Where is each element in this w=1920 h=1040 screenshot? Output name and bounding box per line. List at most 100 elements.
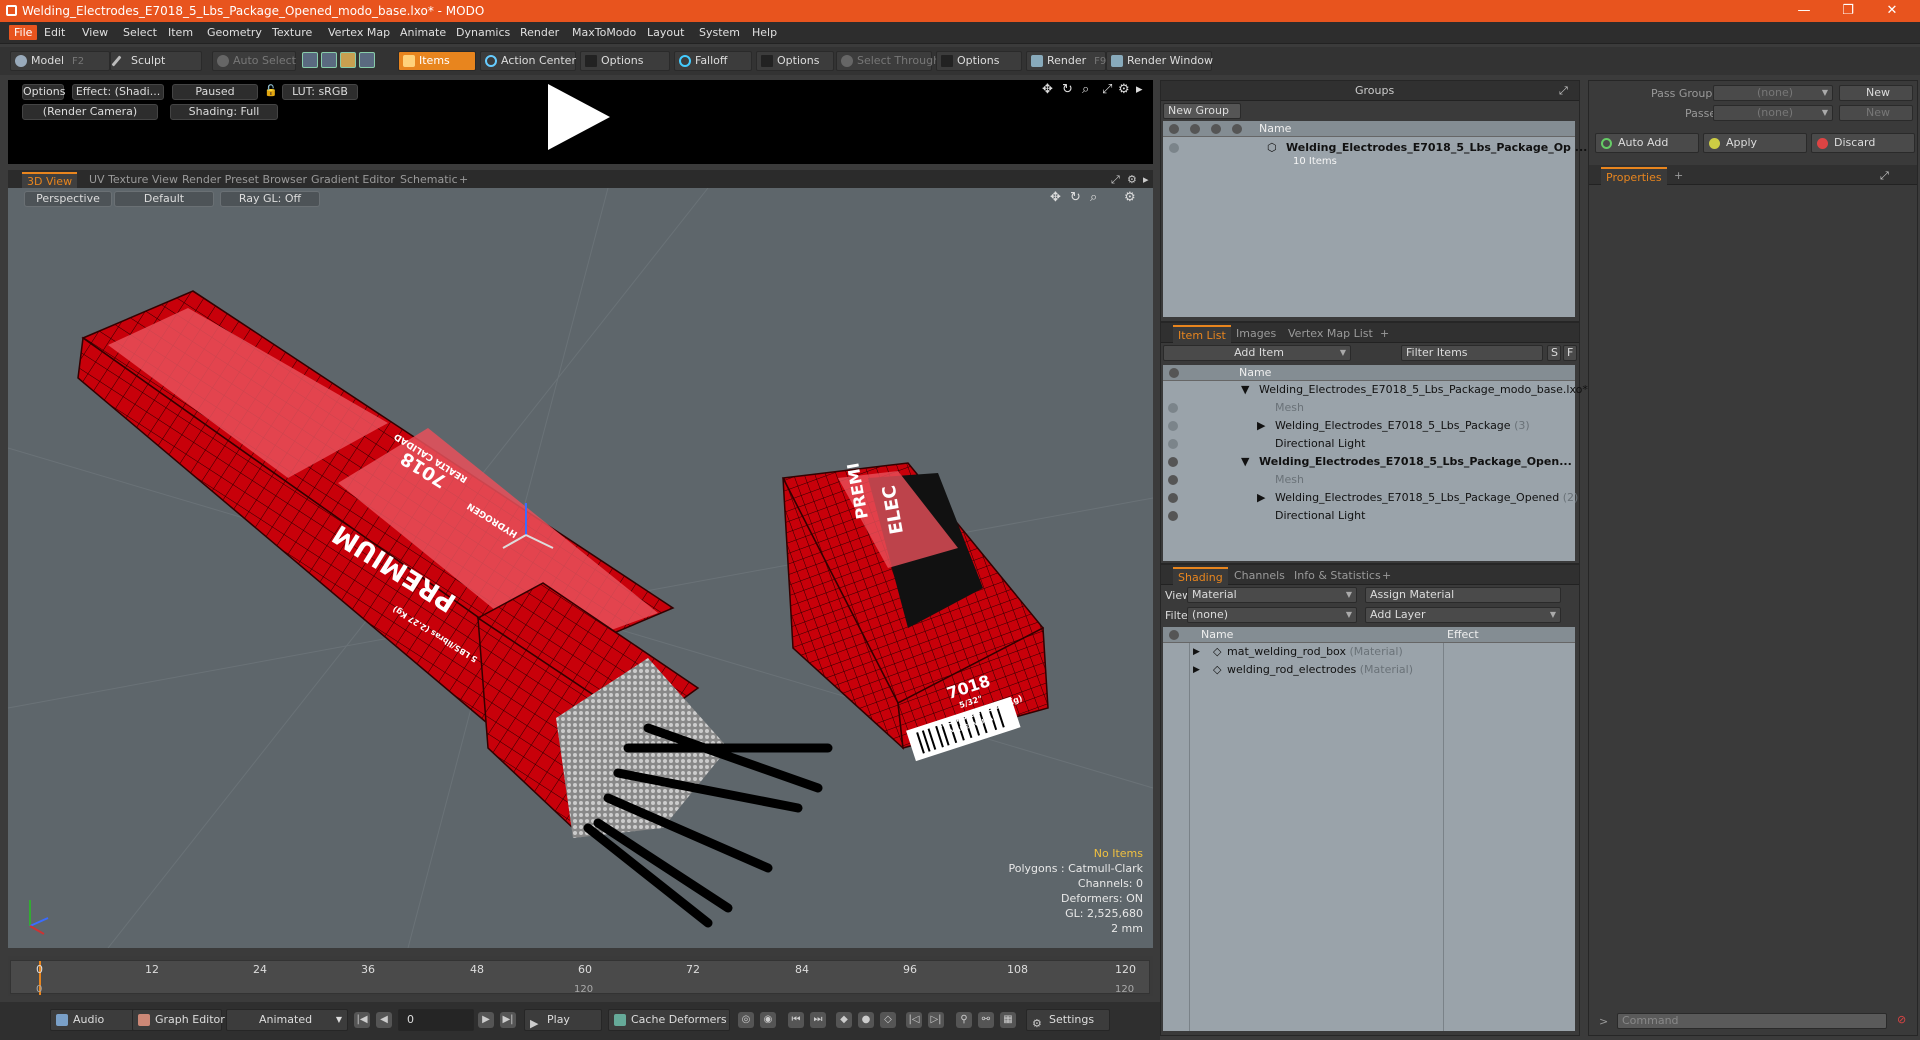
groups-tree[interactable]: Name ⬡ Welding_Electrodes_E7018_5_Lbs_Pa… — [1163, 121, 1587, 317]
sculpt-mode-button[interactable]: Sculpt — [110, 51, 202, 71]
item-tree[interactable]: Name ▼ Welding_Electrodes_E7018_5_Lbs_Pac… — [1163, 365, 1588, 561]
model-mode-button[interactable]: Model F2 — [10, 51, 110, 71]
tab-uv-texture-view[interactable]: UV Texture View — [84, 172, 183, 188]
tab-info-statistics[interactable]: Info & Statistics — [1289, 567, 1386, 585]
keyframe-icon[interactable]: ◆ — [836, 1012, 852, 1028]
polygons-mode-icon[interactable] — [340, 52, 356, 68]
maximize-button[interactable]: ❐ — [1826, 0, 1870, 22]
minimize-button[interactable]: — — [1782, 0, 1826, 22]
camera-dropdown[interactable]: (Render Camera) — [22, 104, 158, 120]
preview-arrow-icon[interactable]: ▸ — [1136, 82, 1143, 97]
record-icon[interactable]: ● — [858, 1012, 874, 1028]
properties-expand-icon[interactable]: ⤢ — [1875, 167, 1894, 185]
menu-file[interactable]: File — [9, 25, 38, 40]
next-key-icon[interactable]: ⏭ — [810, 1012, 826, 1028]
material-row-box[interactable]: ▶ ◇ mat_welding_rod_box (Material) — [1163, 643, 1575, 661]
falloff-options-button[interactable]: Options — [756, 51, 834, 71]
settings-button[interactable]: ⚙ Settings — [1026, 1009, 1110, 1031]
go-end-icon[interactable]: ▶| — [500, 1012, 516, 1028]
preview-effect-dropdown[interactable]: Effect: (Shadi... — [72, 84, 164, 100]
menu-system[interactable]: System — [699, 26, 740, 39]
new-pass-button[interactable]: New — [1839, 105, 1913, 121]
select-through-options-button[interactable]: Options — [936, 51, 1022, 71]
tab-schematic[interactable]: Schematic — [395, 172, 463, 188]
step-back-icon[interactable]: ◀ — [376, 1012, 392, 1028]
tab-images[interactable]: Images — [1231, 325, 1281, 343]
key-view-icon[interactable]: ▦ — [1000, 1012, 1016, 1028]
shading-dropdown[interactable]: Shading: Full — [170, 104, 278, 120]
item-row-mesh[interactable]: Mesh — [1163, 399, 1575, 417]
go-start-icon[interactable]: |◀ — [354, 1012, 370, 1028]
groups-expand-icon[interactable]: ⤢ — [1559, 84, 1568, 98]
visibility-icon[interactable] — [1168, 439, 1178, 449]
items-mode-button[interactable]: Items — [398, 51, 476, 71]
play-button[interactable]: ▶ Play — [524, 1009, 602, 1031]
menu-render[interactable]: Render — [520, 26, 559, 39]
menu-geometry[interactable]: Geometry — [207, 26, 262, 39]
search-icon[interactable]: S — [1547, 345, 1561, 361]
visibility-icon[interactable] — [1168, 457, 1178, 467]
visibility-icon[interactable] — [1168, 511, 1178, 521]
tab-vertex-map-list[interactable]: Vertex Map List — [1283, 325, 1378, 343]
menu-edit[interactable]: Edit — [44, 26, 65, 39]
materials-mode-icon[interactable] — [359, 52, 375, 68]
collapse-icon[interactable]: ▼ — [1241, 381, 1249, 399]
filter-icon[interactable]: F — [1563, 345, 1577, 361]
menu-help[interactable]: Help — [752, 26, 777, 39]
filter-dropdown[interactable]: (none) — [1187, 607, 1357, 623]
menu-select[interactable]: Select — [123, 26, 157, 39]
key-all-icon[interactable]: ◇ — [880, 1012, 896, 1028]
tab-shading[interactable]: Shading — [1173, 567, 1228, 585]
auto-add-button[interactable]: Auto Add — [1595, 133, 1699, 153]
falloff-button[interactable]: Falloff — [674, 51, 752, 71]
render-window-button[interactable]: Render Window — [1106, 51, 1213, 71]
passes-dropdown[interactable]: (none) — [1713, 105, 1833, 121]
visibility-icon[interactable] — [1168, 475, 1178, 485]
tab-gradient-editor[interactable]: Gradient Editor — [306, 172, 400, 188]
tab-item-list[interactable]: Item List — [1173, 325, 1231, 343]
action-center-options-button[interactable]: Options — [580, 51, 670, 71]
last-key-icon[interactable]: ▷| — [928, 1012, 944, 1028]
add-layer-dropdown[interactable]: Add Layer — [1365, 607, 1561, 623]
visibility-icon[interactable] — [1168, 421, 1178, 431]
collapse-icon[interactable]: ▼ — [1241, 453, 1249, 471]
material-row-electrodes[interactable]: ▶ ◇ welding_rod_electrodes (Material) — [1163, 661, 1575, 679]
play-icon[interactable] — [548, 84, 610, 150]
auto-key-icon[interactable]: ◉ — [760, 1012, 776, 1028]
edges-mode-icon[interactable] — [321, 52, 337, 68]
key-filter-icon[interactable]: ⚯ — [978, 1012, 994, 1028]
tab-add-itemlist[interactable]: + — [1375, 325, 1394, 343]
lut-dropdown[interactable]: LUT: sRGB — [282, 84, 358, 100]
item-row-package[interactable]: ▶ Welding_Electrodes_E7018_5_Lbs_Package … — [1163, 417, 1575, 435]
visibility-icon[interactable] — [1168, 493, 1178, 503]
new-group-button[interactable]: New Group — [1163, 103, 1241, 119]
view-dropdown[interactable]: Material — [1187, 587, 1357, 603]
item-row-opened-scene[interactable]: ▼ Welding_Electrodes_E7018_5_Lbs_Package_… — [1163, 453, 1575, 471]
expand-icon[interactable]: ▶ — [1193, 643, 1200, 661]
tab-add[interactable]: + — [454, 172, 473, 188]
frame-field[interactable]: 0 — [398, 1009, 474, 1031]
timeline-ruler[interactable]: 0 12 24 36 48 60 72 84 96 108 120 0 120 … — [10, 960, 1150, 995]
tab-properties[interactable]: Properties — [1601, 167, 1667, 185]
item-row-mesh-2[interactable]: Mesh — [1163, 471, 1575, 489]
expand-icon[interactable]: ▶ — [1257, 489, 1265, 507]
menu-dynamics[interactable]: Dynamics — [456, 26, 510, 39]
visibility-icon[interactable] — [1168, 403, 1178, 413]
render-button[interactable]: Render F9 — [1026, 51, 1106, 71]
expand-icon[interactable]: ▶ — [1193, 661, 1200, 679]
step-forward-icon[interactable]: ▶ — [478, 1012, 494, 1028]
preview-expand-icon[interactable]: ⤢ — [1102, 82, 1112, 97]
select-through-button[interactable]: Select Through — [836, 51, 940, 71]
key-icon[interactable]: ◎ — [738, 1012, 754, 1028]
first-key-icon[interactable]: |◁ — [906, 1012, 922, 1028]
graph-editor-button[interactable]: Graph Editor — [132, 1009, 225, 1031]
close-button[interactable]: ✕ — [1870, 0, 1914, 22]
animated-dropdown[interactable]: Animated ▼ — [226, 1009, 348, 1031]
filter-items-field[interactable]: Filter Items — [1401, 345, 1543, 361]
discard-button[interactable]: Discard — [1811, 133, 1915, 153]
cache-deformers-button[interactable]: Cache Deformers — [608, 1009, 730, 1031]
preview-paused-button[interactable]: Paused — [172, 84, 258, 100]
item-row-light-1[interactable]: Directional Light — [1163, 435, 1575, 453]
menu-animate[interactable]: Animate — [400, 26, 446, 39]
menu-maxtomodo[interactable]: MaxToModo — [572, 26, 636, 39]
